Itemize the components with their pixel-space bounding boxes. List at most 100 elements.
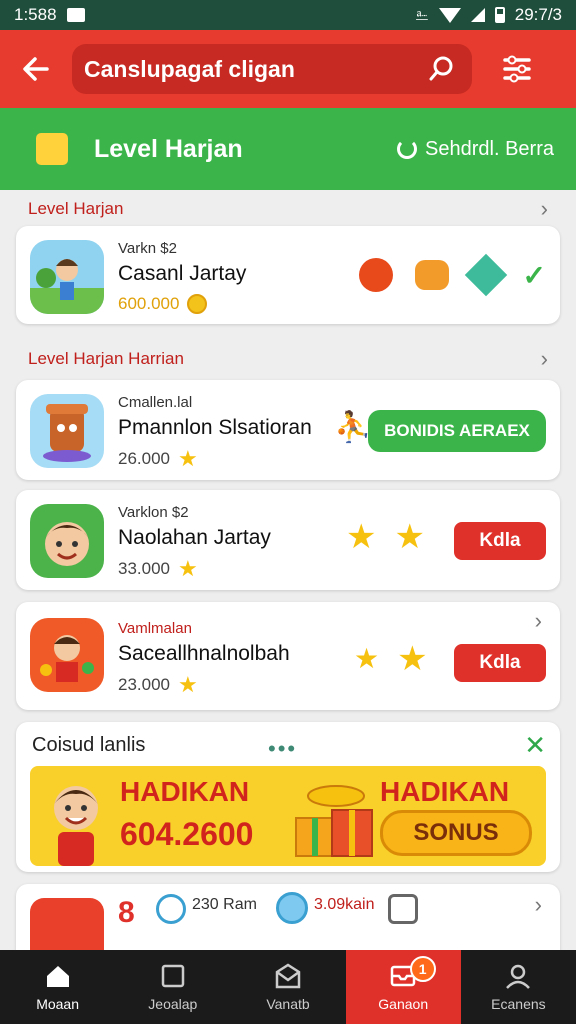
boy-with-toys-icon (40, 635, 94, 682)
card-rating: ★ ★ (346, 520, 425, 554)
section-title: Level Harjan Harrian (28, 349, 184, 368)
list-card-3[interactable]: Varklon $2 Naolahan Jartay 33.000 ★ ★ ★ … (16, 490, 560, 590)
card-points: 600.000 (118, 294, 246, 314)
status-time: 1:588 (14, 5, 57, 24)
nav-journal[interactable]: Jeoalap (115, 950, 230, 1024)
runner-icon: ⛹ (334, 411, 372, 444)
filter-button[interactable] (472, 30, 562, 108)
header-action-label: Sehdrdl. Berra (425, 137, 554, 160)
orange-mascot-icon (414, 260, 449, 290)
power-icon (397, 139, 418, 159)
arrow-left-icon (23, 57, 49, 81)
trophy-icon: 8 (118, 896, 135, 929)
chevron-right-icon: › (534, 608, 542, 633)
play-button[interactable]: Kdla (454, 644, 546, 682)
card-rating: ★ ★ (354, 642, 428, 676)
page-title: Level Harjan (94, 134, 243, 163)
section-header-2[interactable]: Level Harjan Harrian › (28, 346, 548, 372)
search-query: Canslupagaf cligan (84, 55, 295, 82)
jar-toy-icon (43, 404, 91, 462)
play-button[interactable]: Kdla (454, 522, 546, 560)
chevron-right-icon: › (540, 196, 548, 221)
status-bar: 1:588 ⎁ 29:7/3 (0, 0, 576, 30)
section-title: Level Harjan (28, 199, 124, 218)
chevron-right-icon: › (540, 346, 548, 371)
user-icon (506, 964, 531, 989)
bonus-button[interactable]: BONIDIS AERAEX (368, 410, 546, 452)
gift-box-icon (295, 785, 373, 857)
search-bar[interactable]: Canslupagaf cligan (72, 44, 472, 94)
card-title: Pmannlon Slsatioran (118, 416, 312, 439)
promo-title-left: HADIKAN (120, 776, 250, 807)
promo-title-right: HADIKAN (380, 776, 510, 807)
stat-1: 230 Ram (192, 896, 257, 913)
card-thumbnail (30, 394, 104, 468)
coin-icon (187, 294, 208, 314)
card-text: Varklon $2 Naolahan Jartay 33.000 ★ (118, 504, 271, 580)
card-text: Vamlmalan Saceallhnalnolbah 23.000 ★ (118, 620, 290, 696)
nav-label: Moaan (36, 996, 79, 1012)
sliders-icon (503, 55, 531, 83)
wifi-icon (438, 7, 461, 23)
card-points: 26.000 ★ (118, 448, 312, 470)
envelope-icon (275, 963, 301, 989)
more-dots-icon[interactable]: ••• (268, 736, 297, 762)
waving-boy-icon (54, 786, 98, 866)
close-icon[interactable]: ✕ (524, 730, 546, 761)
nav-label: Ganaon (378, 996, 429, 1012)
promo-bonus-button[interactable]: SONUS (380, 810, 532, 856)
bubble-icon (276, 892, 308, 924)
promo-banner[interactable]: HADIKAN 604.2600 HADIKAN SONUS (30, 766, 546, 866)
nav-messages[interactable]: Vanatb (230, 950, 345, 1024)
smiling-boy-icon (45, 522, 89, 566)
card-title: Naolahan Jartay (118, 526, 271, 549)
star-icon: ★ (178, 446, 198, 471)
mail-icon (66, 8, 85, 22)
bottom-nav: Moaan Jeoalap Vanatb Ganaon 1 Ecanens (0, 950, 576, 1024)
points-value: 23.000 (118, 675, 170, 694)
check-icon: ✓ (522, 259, 546, 291)
nav-label: Vanatb (266, 996, 310, 1012)
star-icon: ★ (397, 640, 428, 678)
card-title: Saceallhnalnolbah (118, 642, 290, 665)
level-header: Level Harjan Sehdrdl. Berra (0, 108, 576, 190)
card-text: Cmallen.lal Pmannlon Slsatioran 26.000 ★ (118, 394, 312, 470)
card-thumbnail (30, 504, 104, 578)
nav-home[interactable]: Moaan (0, 950, 115, 1024)
nav-profile[interactable]: Ecanens (461, 950, 576, 1024)
card-badges: ✓ (358, 253, 546, 297)
gauge-icon (156, 894, 186, 924)
home-icon (46, 966, 69, 987)
gem-icon (464, 253, 507, 297)
star-icon: ★ (178, 556, 198, 581)
battery-icon (494, 7, 505, 23)
card-thumbnail (30, 240, 104, 314)
promo-card: Coisud lanlis ••• ✕ HADIKAN 604.2600 HAD… (16, 722, 560, 872)
search-button[interactable] (424, 51, 460, 87)
card-title: Casanl Jartay (118, 262, 247, 285)
star-icon: ★ (394, 518, 425, 556)
square-icon (161, 964, 185, 988)
star-icon: ★ (354, 643, 380, 674)
status-clock: 29:7/3 (514, 5, 562, 24)
signal-icon (470, 8, 485, 22)
list-card-4[interactable]: Vamlmalan Saceallhnalnolbah 23.000 ★ › ★… (16, 602, 560, 710)
notification-badge: 1 (409, 956, 436, 982)
nav-label: Ecanens (491, 996, 546, 1012)
nav-games[interactable]: Ganaon 1 (345, 950, 461, 1024)
nav-label: Jeoalap (148, 996, 198, 1012)
bluetooth-icon: ⎁ (415, 5, 429, 24)
promo-value: 604.2600 (120, 816, 254, 852)
camera-icon (388, 894, 418, 924)
header-action[interactable]: Sehdrdl. Berra (397, 138, 554, 161)
back-button[interactable] (0, 30, 72, 108)
section-header-1[interactable]: Level Harjan › (28, 196, 548, 222)
top-app-bar: Canslupagaf cligan (0, 30, 576, 108)
card-subtitle: Cmallen.lal (118, 394, 193, 411)
list-card-2[interactable]: Cmallen.lal Pmannlon Slsatioran 26.000 ★… (16, 380, 560, 480)
list-card-1[interactable]: Varkn $2 Casanl Jartay 600.000 ✓ (16, 226, 560, 324)
card-subtitle: Varklon $2 (118, 504, 189, 521)
red-mascot-icon (358, 258, 393, 292)
card-subtitle: Varkn $2 (118, 240, 177, 257)
points-value: 26.000 (118, 449, 170, 468)
